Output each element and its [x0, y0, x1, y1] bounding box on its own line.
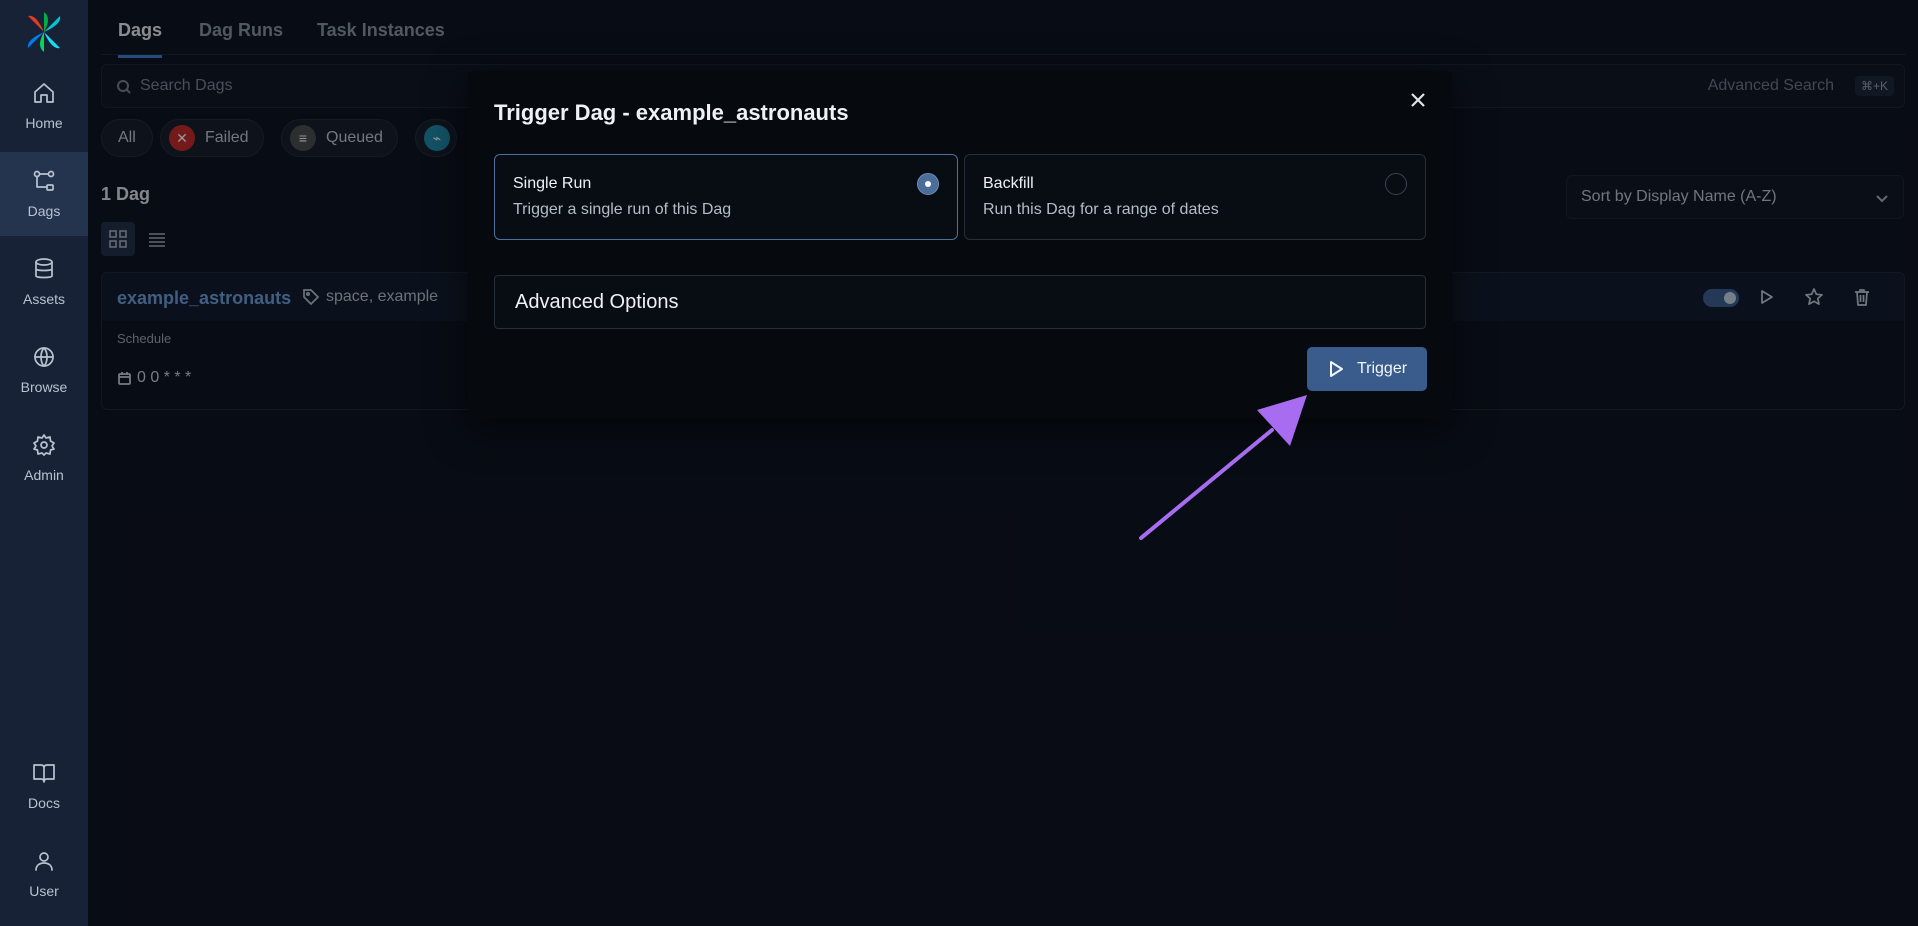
close-button[interactable]: [1406, 88, 1430, 112]
sidebar-item-user[interactable]: User: [0, 832, 88, 916]
sidebar-item-docs[interactable]: Docs: [0, 744, 88, 828]
trigger-dag-dialog: Trigger Dag - example_astronauts Single …: [468, 70, 1452, 418]
globe-icon: [34, 347, 54, 367]
user-icon: [35, 852, 53, 871]
single-run-radio[interactable]: [917, 173, 939, 195]
sidebar-item-label: Admin: [24, 467, 64, 483]
close-icon: [1411, 93, 1425, 107]
sidebar-item-label: Assets: [22, 291, 65, 307]
sidebar-item-label: Browse: [20, 379, 68, 395]
option-title: Single Run: [513, 175, 592, 192]
advanced-options-accordion[interactable]: Advanced Options: [494, 275, 1426, 329]
book-icon: [33, 764, 55, 783]
trigger-button[interactable]: Trigger: [1307, 347, 1427, 391]
sidebar-item-label: Docs: [28, 795, 60, 811]
play-icon: [1329, 361, 1343, 377]
sidebar: Home Dags Assets Browse Admin Docs User: [0, 0, 88, 926]
option-title: Backfill: [983, 175, 1034, 192]
airflow-logo[interactable]: [22, 10, 66, 54]
sidebar-item-label: Home: [25, 115, 63, 131]
home-icon: [34, 83, 54, 103]
option-description: Run this Dag for a range of dates: [983, 201, 1219, 218]
sidebar-item-home[interactable]: Home: [0, 64, 88, 148]
sidebar-item-label: User: [29, 883, 59, 899]
trigger-button-label: Trigger: [1356, 360, 1408, 377]
dialog-title: Trigger Dag - example_astronauts: [494, 100, 849, 125]
single-run-option[interactable]: Single Run Trigger a single run of this …: [494, 154, 958, 240]
sidebar-item-dags[interactable]: Dags: [0, 152, 88, 236]
sidebar-item-label: Dags: [27, 203, 61, 219]
sidebar-item-assets[interactable]: Assets: [0, 240, 88, 324]
gear-icon: [33, 434, 55, 456]
backfill-radio[interactable]: [1385, 173, 1407, 195]
backfill-option[interactable]: Backfill Run this Dag for a range of dat…: [964, 154, 1426, 240]
option-description: Trigger a single run of this Dag: [513, 201, 732, 218]
sidebar-item-admin[interactable]: Admin: [0, 416, 88, 500]
sidebar-item-browse[interactable]: Browse: [0, 328, 88, 412]
database-icon: [35, 258, 53, 279]
advanced-options-label: Advanced Options: [515, 291, 679, 313]
dags-icon: [33, 170, 55, 191]
